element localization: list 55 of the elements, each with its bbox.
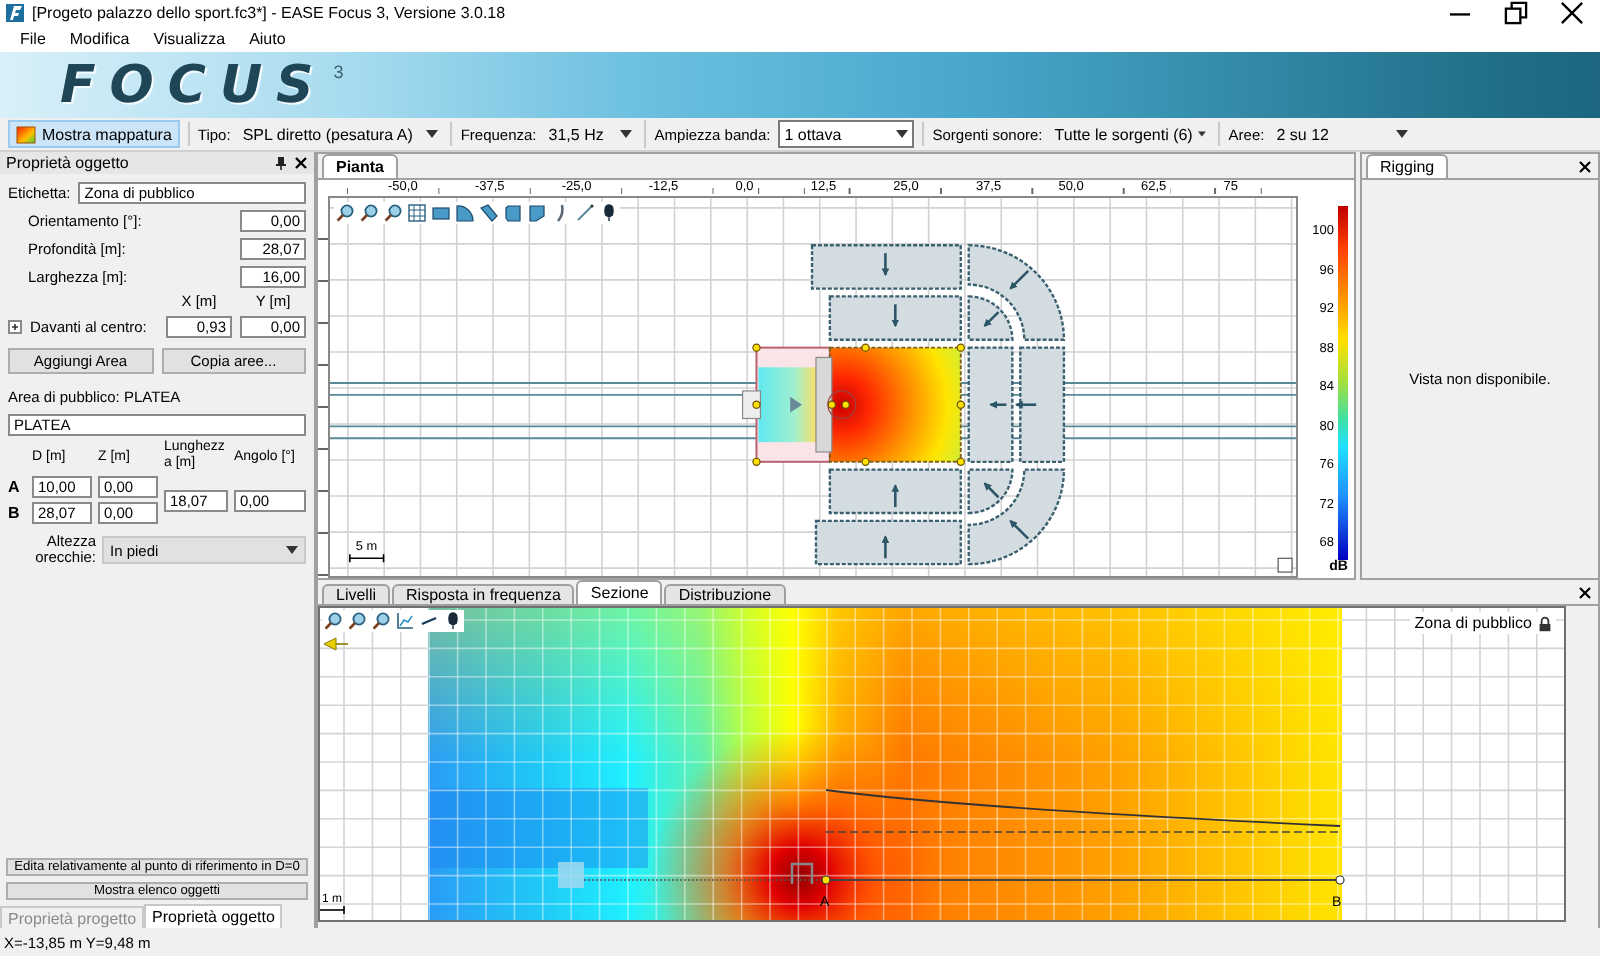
tab[interactable]: Pianta [322, 154, 399, 178]
rectangle-icon[interactable] [432, 204, 450, 222]
grid-icon[interactable] [408, 204, 426, 222]
pin-icon[interactable] [274, 156, 288, 170]
caret-icon [620, 130, 633, 138]
tab[interactable]: Proprietà oggetto [144, 904, 283, 928]
logo-superscript: 3 [333, 62, 344, 82]
menu-item[interactable]: Visualizza [141, 30, 238, 48]
close-icon[interactable] [294, 156, 308, 170]
dropdown[interactable]: 2 su 12 [1272, 122, 1413, 146]
magnifier-icon[interactable] [324, 612, 342, 630]
marker-icon[interactable] [444, 612, 462, 630]
tab[interactable]: Livelli [322, 584, 391, 604]
menu-item[interactable]: File [8, 30, 58, 48]
logo-text: FOCUS [60, 55, 328, 115]
marker-icon[interactable] [600, 204, 618, 222]
trapezoid-icon[interactable] [528, 204, 546, 222]
mapping-button[interactable]: Mostra mappatura [8, 120, 180, 148]
caret-icon [896, 130, 909, 138]
caret-icon [1396, 130, 1409, 138]
scale-bar [349, 553, 385, 563]
menu-item[interactable]: Modifica [57, 30, 142, 48]
tab[interactable]: Sezione [576, 580, 663, 604]
corner-button[interactable] [1277, 557, 1293, 573]
caret-icon [1198, 130, 1207, 138]
curve-icon[interactable] [552, 204, 570, 222]
magnifier-icon[interactable] [360, 204, 378, 222]
map-icon [16, 125, 36, 143]
window-title: [Progeto palazzo dello sport.fc3*] - EASE Focus 3, Versione 3.0.18 [32, 4, 508, 22]
row-label: B [8, 504, 22, 522]
dropdown[interactable]: Tutte le sorgenti (6) [1050, 122, 1211, 146]
dropdown[interactable]: SPL diretto (pesatura A) [238, 122, 443, 146]
sector-icon[interactable] [480, 204, 498, 222]
magnifier-icon[interactable] [384, 204, 402, 222]
lock-icon[interactable] [1538, 615, 1552, 631]
menu-item[interactable]: Aiuto [237, 30, 298, 48]
row-label: A [8, 478, 22, 496]
chart-axes-icon[interactable] [396, 612, 414, 630]
dropdown[interactable]: 31,5 Hz [544, 122, 637, 146]
panel-title: Proprietà oggetto [6, 154, 131, 172]
scale-bar [320, 905, 345, 915]
dropdown[interactable]: 1 ottava [778, 120, 915, 148]
speaker-marker [790, 862, 814, 884]
tab[interactable]: Distribuzione [664, 584, 786, 604]
source-marker [558, 862, 584, 888]
area-label: Zona di pubblico [1414, 614, 1532, 632]
magnifier-icon[interactable] [348, 612, 366, 630]
line-icon[interactable] [420, 612, 438, 630]
caret-icon [426, 130, 439, 138]
magnifier-icon[interactable] [372, 612, 390, 630]
magnifier-icon[interactable] [336, 204, 354, 222]
expand-icon[interactable] [8, 319, 22, 333]
caret-icon [286, 546, 298, 554]
tab[interactable]: Risposta in frequenza [392, 584, 575, 604]
tab[interactable]: Rigging [1366, 154, 1449, 178]
